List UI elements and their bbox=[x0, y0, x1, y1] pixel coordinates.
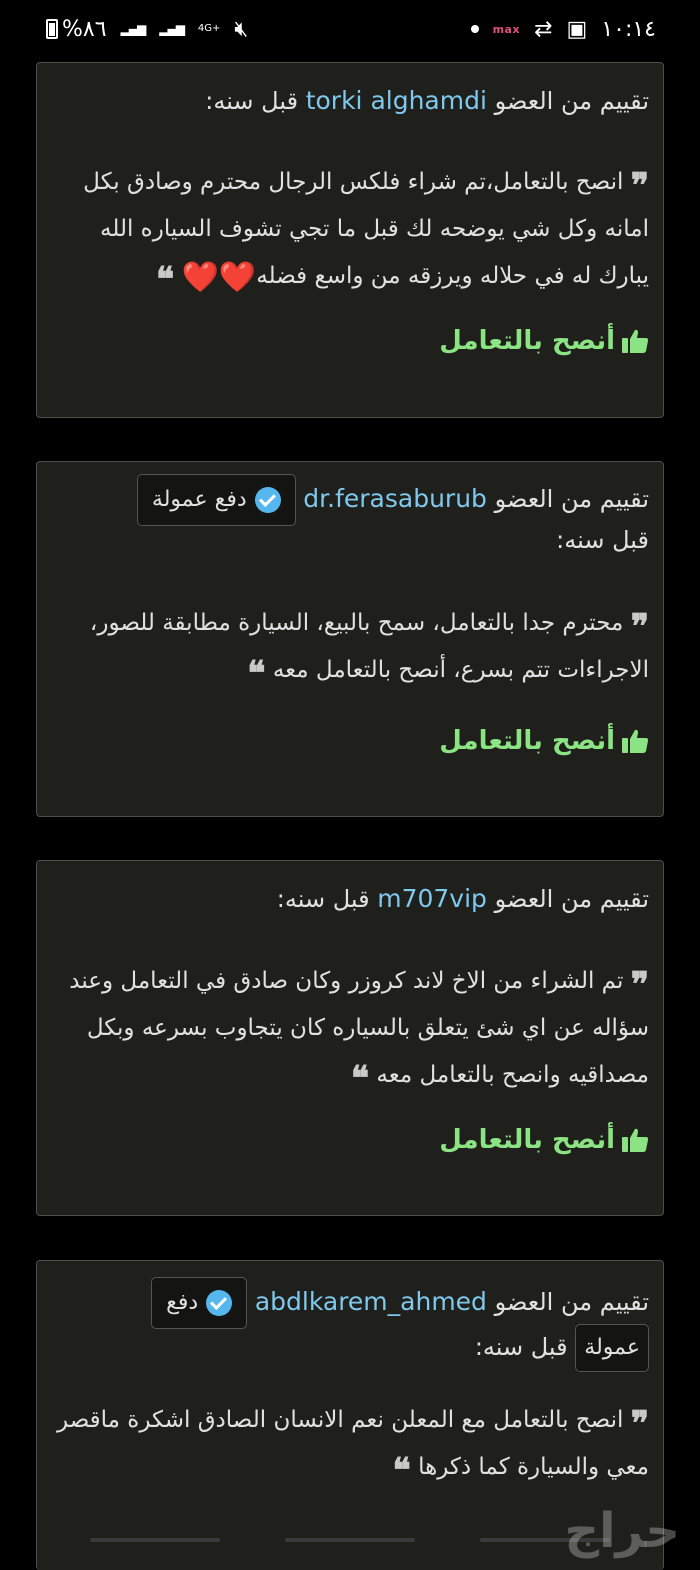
badge-label: عمولة bbox=[584, 1335, 640, 1360]
review-prefix: تقييم من العضو bbox=[494, 1288, 649, 1316]
reviewer-username[interactable]: dr.ferasaburub bbox=[303, 484, 487, 513]
review-text: ❞ انصح بالتعامل،تم شراء فلكس الرجال محتر… bbox=[51, 159, 649, 301]
mute-icon: 🔇︎ bbox=[234, 16, 249, 42]
recommend-text: أنصح بالتعامل bbox=[439, 726, 615, 756]
review-body: محترم جدا بالتعامل، سمح بالبيع، السيارة … bbox=[89, 610, 649, 683]
review-time: قبل سنه: bbox=[556, 526, 649, 554]
commission-paid-badge-cont: عمولة bbox=[575, 1324, 649, 1372]
review-body: انصح بالتعامل مع المعلن نعم الانسان الصا… bbox=[57, 1407, 649, 1480]
review-card: تقييم من العضو dr.ferasaburub دفع عمولة … bbox=[36, 461, 664, 817]
review-time-row: قبل سنه: bbox=[51, 519, 649, 561]
network-type: 4G+ bbox=[197, 23, 221, 34]
heart-icon: ❤️❤️ bbox=[181, 260, 259, 295]
signal-icon-2: ▂▄▆ bbox=[159, 22, 185, 36]
badge-label: دفع bbox=[166, 1290, 199, 1315]
status-left: %٨٦ ▂▄▆ ▂▄▆ 4G+ 🔇︎ bbox=[46, 17, 248, 42]
verified-check-icon bbox=[254, 487, 281, 513]
thumbs-up-icon bbox=[621, 1127, 649, 1153]
review-text: ❞ انصح بالتعامل مع المعلن نعم الانسان ال… bbox=[51, 1397, 649, 1491]
haraj-watermark: حراج bbox=[564, 1503, 680, 1559]
badge-label: دفع عمولة bbox=[151, 487, 247, 512]
battery-indicator: %٨٦ bbox=[46, 17, 107, 42]
quote-open-icon: ❞ bbox=[630, 1404, 649, 1444]
verified-check-icon bbox=[206, 1290, 233, 1316]
recommend-text: أنصح بالتعامل bbox=[439, 1125, 615, 1155]
review-time: قبل سنه: bbox=[474, 1333, 568, 1361]
recommend-label: أنصح بالتعامل bbox=[439, 326, 649, 356]
review-text: ❞ تم الشراء من الاخ لاند كروزر وكان صادق… bbox=[51, 958, 649, 1099]
gallery-icon: ▣ bbox=[566, 16, 588, 42]
quote-close-icon: ❝ bbox=[392, 1451, 411, 1491]
review-text: ❞ محترم جدا بالتعامل، سمح بالبيع، السيار… bbox=[51, 600, 649, 694]
nav-hint-bar bbox=[285, 1538, 415, 1542]
review-time-row: عمولة قبل سنه: bbox=[51, 1324, 649, 1372]
recommend-label: أنصح بالتعامل bbox=[439, 726, 649, 756]
status-right: max ⇄ ▣ ١٠:١٤ bbox=[470, 16, 656, 42]
quote-open-icon: ❞ bbox=[630, 965, 649, 1005]
quote-open-icon: ❞ bbox=[630, 607, 649, 647]
signal-icon: ▂▄▆ bbox=[120, 22, 147, 36]
status-bar: %٨٦ ▂▄▆ ▂▄▆ 4G+ 🔇︎ max ⇄ ▣ ١٠:١٤ bbox=[0, 0, 700, 58]
thumbs-up-icon bbox=[621, 328, 649, 354]
nav-hint-bar bbox=[90, 1538, 220, 1542]
review-card: تقييم من العضو torki alghamdi قبل سنه: ❞… bbox=[36, 62, 664, 418]
quote-close-icon: ❝ bbox=[155, 260, 175, 300]
recommend-label: أنصح بالتعامل bbox=[439, 1125, 649, 1155]
quote-close-icon: ❝ bbox=[350, 1059, 370, 1099]
commission-paid-badge: دفع bbox=[151, 1277, 248, 1329]
review-time: قبل سنه: bbox=[276, 885, 370, 913]
review-header: تقييم من العضو torki alghamdi قبل سنه: bbox=[51, 80, 649, 122]
battery-icon bbox=[46, 19, 58, 39]
reviewer-username[interactable]: abdlkarem_ahmed bbox=[255, 1287, 487, 1316]
review-prefix: تقييم من العضو bbox=[494, 885, 649, 913]
quote-open-icon: ❞ bbox=[630, 166, 649, 206]
battery-percent: %٨٦ bbox=[62, 16, 107, 42]
carrier-badge: max bbox=[492, 22, 521, 36]
review-time: قبل سنه: bbox=[205, 87, 299, 115]
notification-dot-icon bbox=[470, 25, 479, 33]
review-prefix: تقييم من العضو bbox=[494, 87, 649, 115]
recommend-text: أنصح بالتعامل bbox=[439, 326, 615, 356]
thumbs-up-icon bbox=[621, 728, 649, 754]
review-header: تقييم من العضو m707vip قبل سنه: bbox=[51, 878, 649, 920]
app-icon: ⇄ bbox=[534, 16, 553, 42]
quote-close-icon: ❝ bbox=[247, 654, 266, 694]
clock: ١٠:١٤ bbox=[601, 16, 656, 42]
review-card: تقييم من العضو m707vip قبل سنه: ❞ تم الش… bbox=[36, 860, 664, 1216]
reviewer-username[interactable]: torki alghamdi bbox=[306, 86, 487, 115]
review-prefix: تقييم من العضو bbox=[494, 485, 649, 513]
reviewer-username[interactable]: m707vip bbox=[377, 884, 487, 913]
review-header: تقييم من العضو abdlkarem_ahmed دفع bbox=[51, 1277, 649, 1329]
